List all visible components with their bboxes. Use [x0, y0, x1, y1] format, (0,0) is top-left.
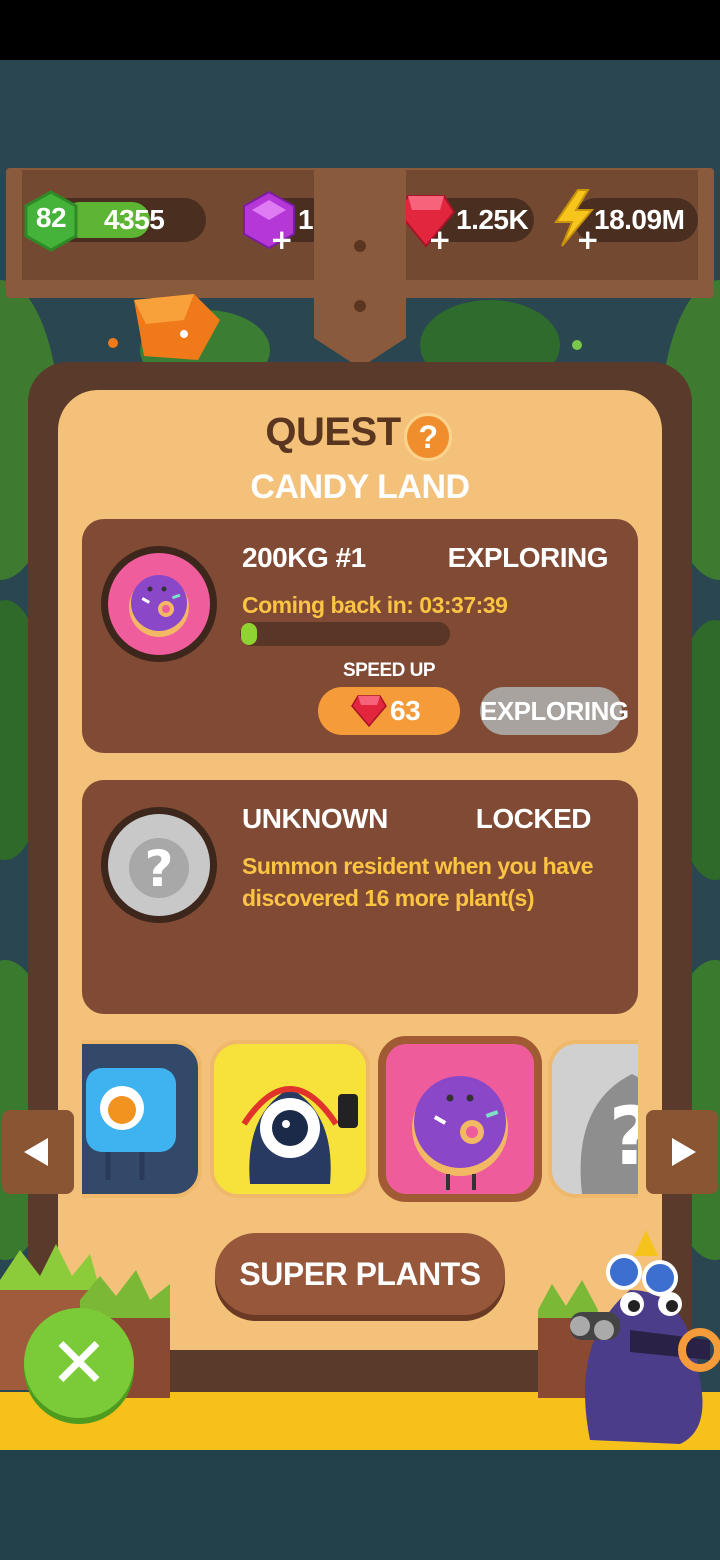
bottom-background [0, 1450, 720, 1560]
character-carousel: ? [82, 1036, 638, 1202]
energy-value: 18.09M [594, 204, 685, 235]
quest-title: QUEST [265, 410, 401, 454]
donut-character-icon [129, 575, 189, 637]
level-value: 82 [35, 202, 67, 233]
exploration-progress-fill [241, 623, 257, 645]
exploring-status-button[interactable]: EXPLORING [480, 687, 629, 735]
strap-nail [354, 240, 366, 252]
slot1-return-timer: Coming back in: 03:37:39 [242, 592, 508, 618]
svg-text:?: ? [609, 1090, 638, 1183]
super-plants-button[interactable]: SUPER PLANTS [215, 1233, 505, 1315]
speed-up-cost: 63 [390, 695, 421, 726]
strap-nail [354, 300, 366, 312]
slot1-portrait[interactable] [101, 546, 217, 662]
slot2-requirement-line1: Summon resident when you have [242, 853, 594, 879]
svg-text:?: ? [144, 840, 173, 898]
carousel-item[interactable]: ? [548, 1040, 638, 1198]
speed-up-button[interactable] [318, 687, 460, 735]
decor-dot [572, 340, 582, 350]
carousel-item[interactable] [82, 1040, 202, 1198]
locked-character-icon: ? [580, 1074, 638, 1194]
orange-gem-decoration [134, 294, 220, 360]
xp-value: 4355 [104, 204, 165, 235]
slot2-requirement-line2: discovered 16 more plant(s) [242, 885, 535, 911]
slot1-name: 200KG #1 [242, 542, 366, 573]
mascot-explorer-character [570, 1230, 720, 1444]
speed-up-label: SPEED UP [342, 660, 436, 681]
purple-gem-plus-icon[interactable]: + [270, 226, 293, 254]
question-mark-icon: ? [129, 838, 189, 898]
arrow-right-icon [672, 1138, 696, 1166]
close-button[interactable]: ✕ [24, 1308, 134, 1418]
red-gem-plus-icon[interactable]: + [428, 226, 451, 254]
region-name: CANDY LAND [250, 468, 470, 506]
slot2-portrait: ? [101, 807, 217, 923]
red-gem-icon [351, 695, 387, 728]
decor-dot [108, 338, 118, 348]
slot1-status: EXPLORING [447, 542, 609, 573]
red-gem-value: 1.25K [456, 204, 529, 235]
slot2-name: UNKNOWN [242, 803, 388, 834]
carousel-item-selected[interactable] [378, 1036, 542, 1202]
status-bar [0, 0, 720, 60]
carousel-item[interactable] [210, 1040, 370, 1198]
close-icon: ✕ [49, 1322, 109, 1404]
slot2-status: LOCKED [475, 803, 592, 834]
help-button[interactable]: ? [404, 413, 452, 461]
carousel-prev-button[interactable] [2, 1110, 74, 1194]
exploration-progress-track [240, 622, 450, 646]
hanging-strap [314, 168, 406, 368]
quest-title-row: QUEST [0, 410, 720, 455]
arrow-left-icon [24, 1138, 48, 1166]
carousel-next-button[interactable] [646, 1110, 718, 1194]
headphones-monster-icon [241, 1086, 358, 1184]
donut-character-icon [412, 1076, 508, 1190]
blue-egg-character-icon [86, 1068, 176, 1180]
